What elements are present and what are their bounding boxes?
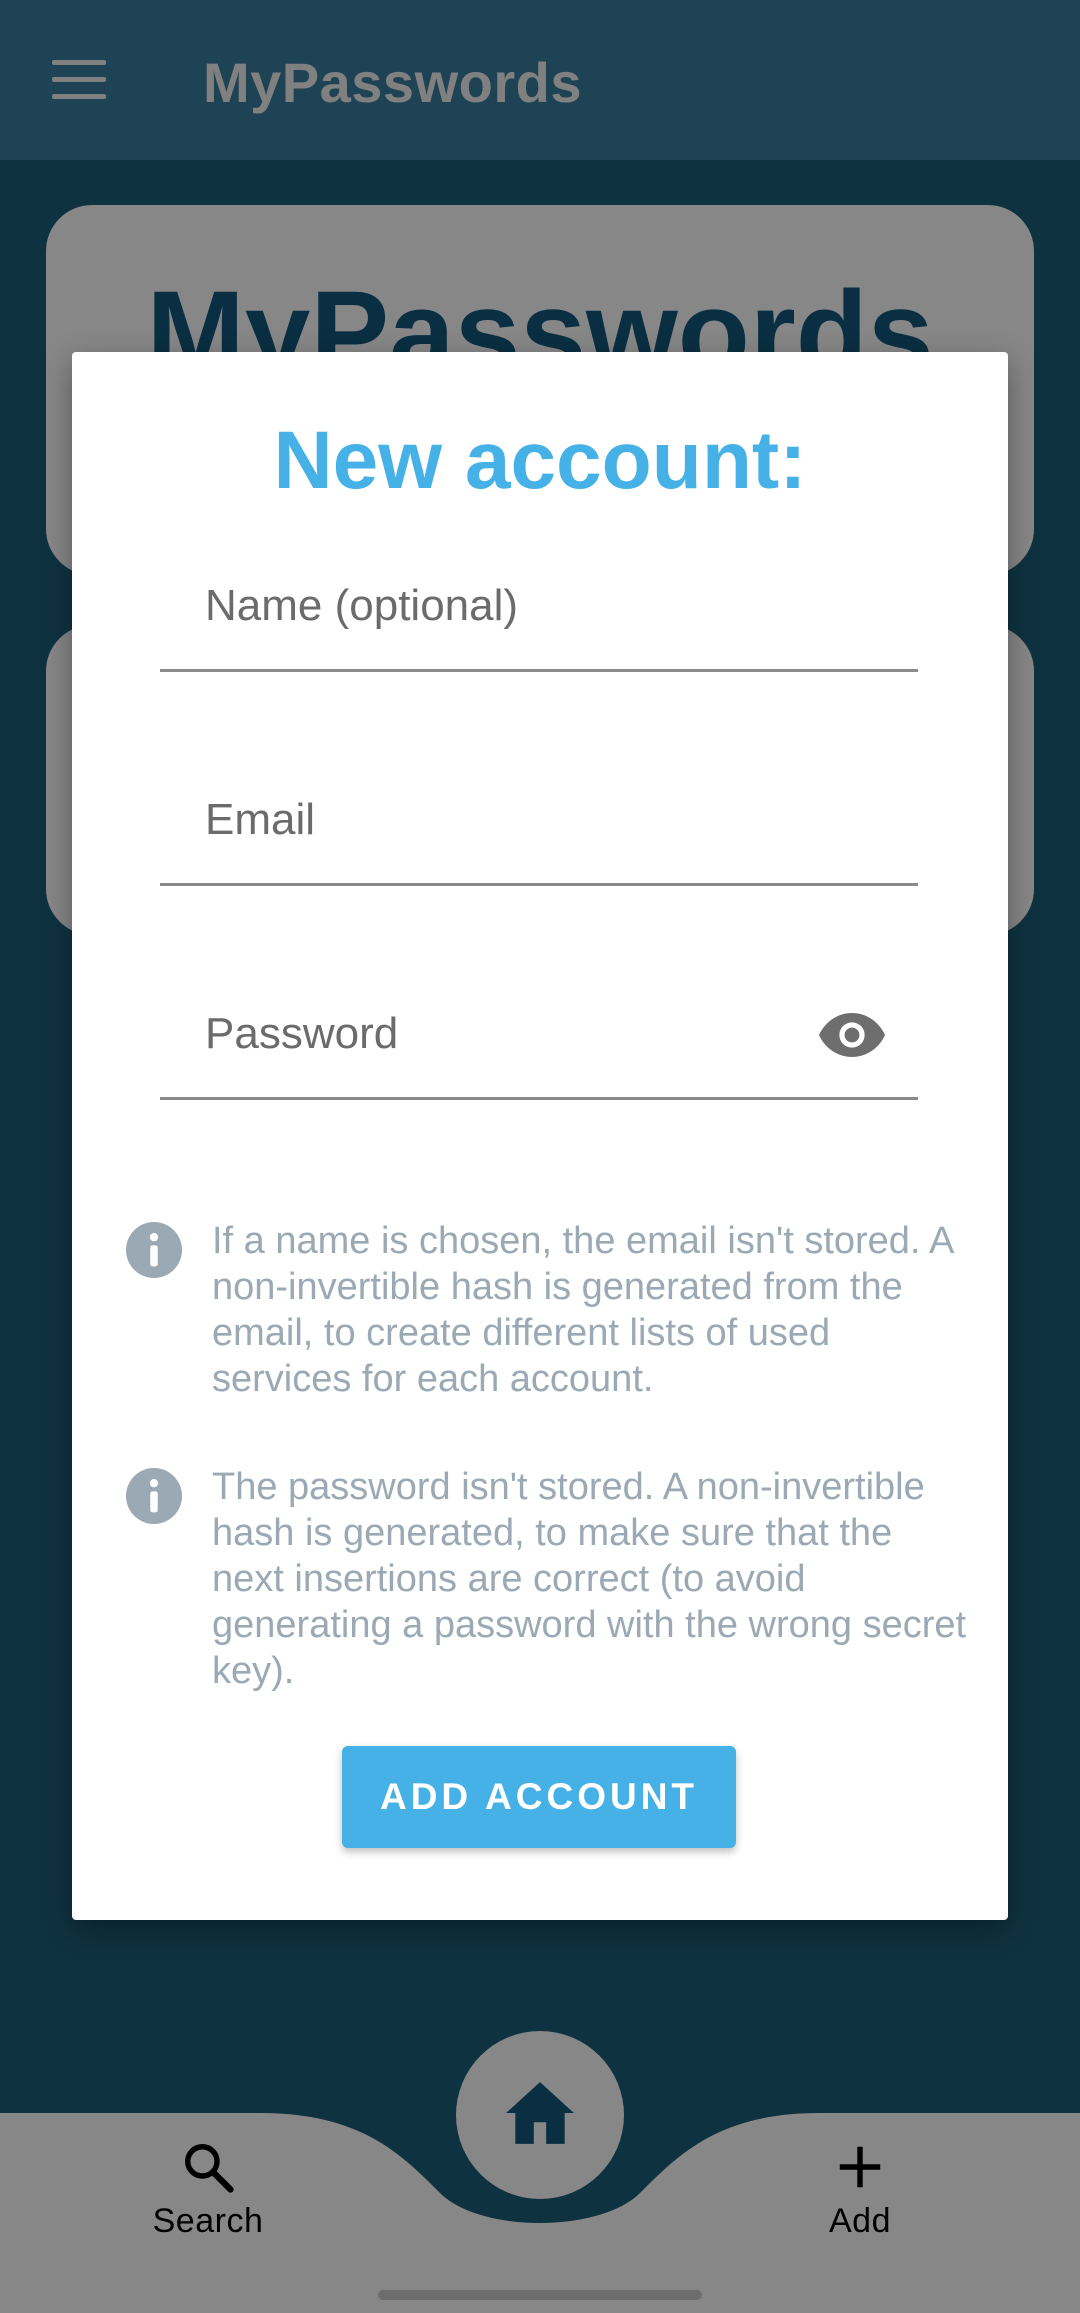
email-field-underline: [160, 883, 918, 886]
email-input[interactable]: [160, 756, 918, 884]
info-icon: [126, 1222, 182, 1278]
new-account-dialog: New account: If a name is chosen, the em…: [72, 352, 1008, 1920]
info-icon: [126, 1468, 182, 1524]
password-info-text: The password isn't stored. A non-inverti…: [212, 1466, 967, 1692]
password-input[interactable]: [160, 970, 918, 1098]
add-account-button[interactable]: ADD ACCOUNT: [342, 1746, 736, 1848]
eye-icon[interactable]: [819, 1012, 885, 1058]
name-field-underline: [160, 669, 918, 672]
dialog-title: New account:: [273, 415, 807, 506]
email-field: [160, 756, 918, 886]
password-field-underline: [160, 1097, 918, 1100]
name-input[interactable]: [160, 542, 918, 670]
name-info-text: If a name is chosen, the email isn't sto…: [212, 1220, 953, 1400]
name-field: [160, 542, 918, 672]
password-field: [160, 970, 918, 1100]
